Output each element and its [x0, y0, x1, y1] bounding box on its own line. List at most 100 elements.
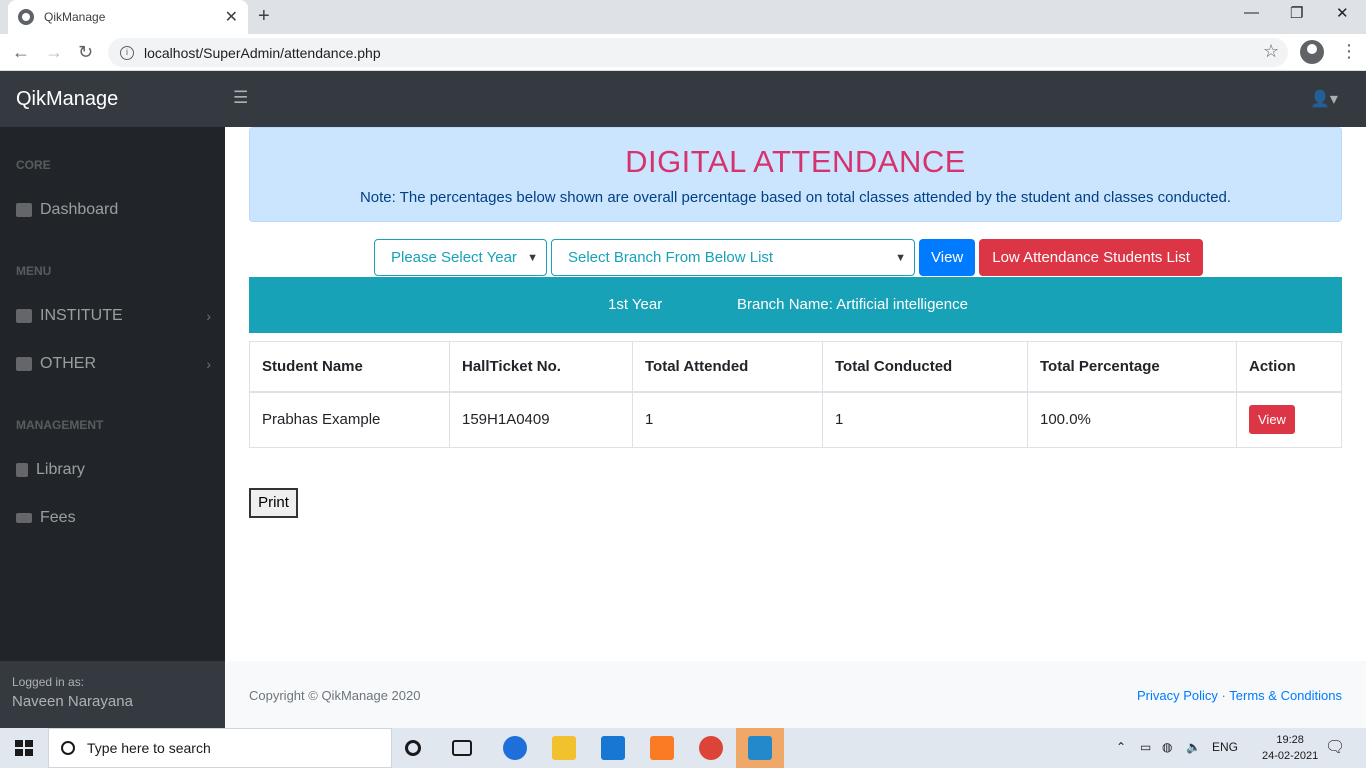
- sidebar-item-label: Fees: [40, 509, 76, 526]
- language-indicator[interactable]: ENG: [1212, 740, 1238, 754]
- sidebar-footer: Logged in as: Naveen Narayana: [0, 661, 225, 728]
- percentage-note: Note: The percentages below shown are ov…: [359, 189, 1232, 206]
- sidebar-item-other[interactable]: OTHER ›: [16, 355, 211, 373]
- globe-icon: [18, 9, 34, 25]
- sidebar-heading-management: MANAGEMENT: [16, 418, 104, 432]
- print-button[interactable]: Print: [249, 488, 298, 518]
- conducted-cell: 1: [822, 391, 1028, 448]
- branch-select[interactable]: Select Branch From Below List ▼: [551, 239, 915, 276]
- cortana-icon[interactable]: [405, 740, 421, 756]
- chrome-icon[interactable]: [699, 736, 723, 760]
- column-header: Action: [1236, 341, 1342, 393]
- profile-avatar-icon[interactable]: [1300, 40, 1324, 64]
- book-icon: [16, 463, 28, 477]
- low-attendance-button[interactable]: Low Attendance Students List: [979, 239, 1203, 276]
- row-view-button[interactable]: View: [1249, 405, 1295, 435]
- tab-title: QikManage: [44, 10, 106, 24]
- user-menu-icon[interactable]: 👤▾: [1310, 89, 1338, 109]
- search-icon: [61, 741, 75, 755]
- file-explorer-icon[interactable]: [552, 736, 576, 760]
- taskbar-search-placeholder: Type here to search: [87, 740, 211, 756]
- volume-icon[interactable]: 🔈: [1186, 740, 1201, 754]
- minimize-icon[interactable]: —: [1244, 4, 1259, 21]
- address-bar: ← → ↻ i localhost/SuperAdmin/attendance.…: [0, 34, 1366, 71]
- brand-logo[interactable]: QikManage: [16, 88, 118, 111]
- network-globe-icon[interactable]: ◍: [1162, 740, 1172, 754]
- browser-menu-icon[interactable]: ⋮: [1340, 41, 1358, 62]
- filter-bar: Please Select Year ▼ Select Branch From …: [374, 239, 1203, 276]
- branch-select-value: Select Branch From Below List: [568, 249, 774, 266]
- close-window-icon[interactable]: ✕: [1336, 4, 1349, 22]
- chevron-down-icon: ▼: [527, 251, 538, 264]
- sidebar-item-library[interactable]: Library: [16, 461, 211, 479]
- browser-tab-strip: QikManage ✕ + — ❐ ✕: [0, 0, 1366, 34]
- windows-taskbar: Type here to search ⌃ ▭ ◍ 🔈 ENG 19:28 24…: [0, 728, 1366, 768]
- column-header: HallTicket No.: [449, 341, 633, 393]
- logged-in-user: Naveen Narayana: [12, 693, 133, 710]
- taskbar-clock[interactable]: 19:28 24-02-2021: [1262, 732, 1318, 764]
- maximize-icon[interactable]: ❐: [1290, 4, 1303, 22]
- xampp-icon[interactable]: [650, 736, 674, 760]
- bookmark-star-icon[interactable]: ☆: [1263, 41, 1279, 62]
- column-header: Student Name: [249, 341, 450, 393]
- year-select-value: Please Select Year: [391, 249, 517, 266]
- sidebar-item-label: Library: [36, 461, 85, 478]
- selected-year: 1st Year: [608, 296, 663, 313]
- mail-icon[interactable]: [601, 736, 625, 760]
- sidebar-item-dashboard[interactable]: Dashboard: [16, 201, 211, 219]
- column-header: Total Attended: [632, 341, 823, 393]
- attendance-header-alert: DIGITAL ATTENDANCE Note: The percentages…: [249, 127, 1342, 222]
- reload-icon[interactable]: ↻: [78, 42, 93, 63]
- table-row: Prabhas Example 159H1A0409 1 1 100.0% Vi…: [249, 391, 1342, 448]
- task-view-icon[interactable]: [452, 740, 472, 756]
- browser-tab[interactable]: QikManage ✕: [8, 0, 248, 34]
- chevron-right-icon: ›: [206, 308, 211, 324]
- back-icon[interactable]: ←: [12, 42, 30, 63]
- footer-links: Privacy Policy · Terms & Conditions: [1137, 688, 1342, 703]
- clock-time: 19:28: [1276, 734, 1304, 746]
- battery-icon[interactable]: ▭: [1140, 740, 1151, 754]
- terms-link[interactable]: Terms & Conditions: [1229, 688, 1342, 703]
- url-field[interactable]: i localhost/SuperAdmin/attendance.php: [108, 38, 1288, 67]
- logged-in-label: Logged in as:: [12, 675, 85, 689]
- chevron-right-icon: ›: [206, 356, 211, 372]
- hallticket-cell: 159H1A0409: [449, 391, 633, 448]
- attended-cell: 1: [632, 391, 823, 448]
- edge-icon[interactable]: [503, 736, 527, 760]
- copyright-text: Copyright © QikManage 2020: [249, 688, 421, 703]
- chevron-down-icon: ▼: [895, 251, 906, 264]
- sidebar: CORE Dashboard MENU INSTITUTE › OTHER › …: [0, 127, 225, 728]
- notifications-icon[interactable]: 🗨: [1325, 737, 1345, 757]
- windows-start-icon[interactable]: [15, 740, 33, 756]
- privacy-policy-link[interactable]: Privacy Policy: [1137, 688, 1218, 703]
- table-header-row: Student Name HallTicket No. Total Attend…: [249, 341, 1342, 393]
- info-icon[interactable]: i: [120, 45, 134, 60]
- new-tab-icon[interactable]: +: [258, 5, 270, 28]
- sidebar-toggle-icon[interactable]: ☰: [233, 88, 248, 108]
- page-title: DIGITAL ATTENDANCE: [625, 144, 966, 179]
- view-button[interactable]: View: [919, 239, 976, 276]
- selected-branch: Branch Name: Artificial intelligence: [737, 296, 968, 313]
- sidebar-heading-menu: MENU: [16, 264, 52, 278]
- student-name-cell: Prabhas Example: [249, 391, 450, 448]
- close-tab-icon[interactable]: ✕: [225, 7, 238, 27]
- sidebar-heading-core: CORE: [16, 158, 51, 172]
- action-cell: View: [1236, 391, 1342, 448]
- tray-chevron-up-icon[interactable]: ⌃: [1116, 740, 1126, 754]
- sidebar-item-label: INSTITUTE: [40, 307, 123, 324]
- sidebar-item-fees[interactable]: Fees: [16, 509, 211, 527]
- page-footer: Copyright © QikManage 2020 Privacy Polic…: [225, 661, 1366, 728]
- clock-date: 24-02-2021: [1262, 750, 1319, 762]
- footer-separator: ·: [1221, 688, 1226, 703]
- users-icon: [16, 309, 32, 323]
- sidebar-item-label: OTHER: [40, 355, 96, 372]
- attendance-table: Student Name HallTicket No. Total Attend…: [249, 341, 1342, 448]
- main-content: DIGITAL ATTENDANCE Note: The percentages…: [225, 127, 1366, 661]
- taskbar-search-input[interactable]: Type here to search: [48, 728, 392, 768]
- column-header: Total Percentage: [1027, 341, 1237, 393]
- sidebar-item-institute[interactable]: INSTITUTE ›: [16, 307, 211, 325]
- column-header: Total Conducted: [822, 341, 1028, 393]
- forward-icon[interactable]: →: [45, 42, 63, 63]
- url-text: localhost/SuperAdmin/attendance.php: [144, 44, 381, 61]
- year-select[interactable]: Please Select Year ▼: [374, 239, 547, 276]
